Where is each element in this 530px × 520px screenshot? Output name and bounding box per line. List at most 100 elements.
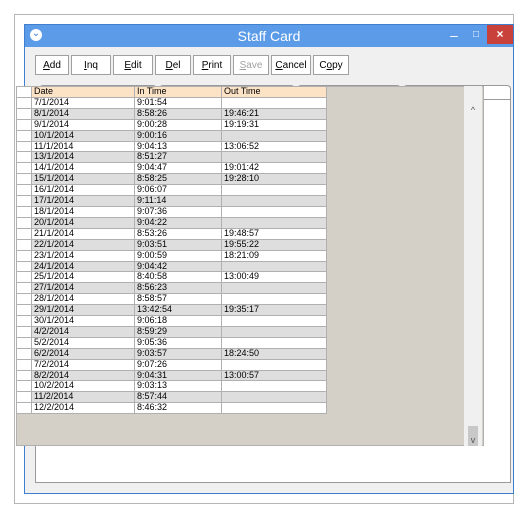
row-selector[interactable]: [17, 195, 32, 207]
table-row[interactable]: 14/1/2014 9:04:47 19:01:42: [17, 162, 327, 175]
in-time-cell[interactable]: 8:51:27: [134, 151, 222, 164]
in-time-cell[interactable]: 8:53:26: [134, 228, 222, 240]
date-cell[interactable]: 27/1/2014: [31, 282, 135, 295]
toolbar-save-button[interactable]: Save: [233, 55, 269, 75]
out-time-cell[interactable]: [221, 184, 327, 197]
out-time-cell[interactable]: 13:00:49: [221, 271, 327, 284]
in-time-cell[interactable]: 9:11:14: [134, 195, 222, 207]
table-row[interactable]: 16/1/2014 9:06:07: [17, 184, 327, 197]
out-time-cell[interactable]: [221, 130, 327, 142]
in-time-cell[interactable]: 9:04:13: [134, 141, 222, 153]
row-selector[interactable]: [17, 250, 32, 262]
date-cell[interactable]: 16/1/2014: [31, 184, 135, 197]
out-time-cell[interactable]: [221, 380, 327, 393]
table-row[interactable]: 22/1/2014 9:03:51 19:55:22: [17, 239, 327, 251]
toolbar-copy-button[interactable]: Copy: [313, 55, 349, 75]
out-time-cell[interactable]: 19:01:42: [221, 162, 327, 175]
table-row[interactable]: 10/1/2014 9:00:16: [17, 130, 327, 142]
date-cell[interactable]: 11/1/2014: [31, 141, 135, 153]
date-cell[interactable]: 22/1/2014: [31, 239, 135, 251]
table-row[interactable]: 4/2/2014 8:59:29: [17, 326, 327, 338]
row-selector[interactable]: [17, 282, 32, 295]
date-cell[interactable]: 28/1/2014: [31, 293, 135, 306]
toolbar-cancel-button[interactable]: Cancel: [271, 55, 311, 75]
toolbar-del-button[interactable]: Del: [155, 55, 191, 75]
in-time-cell[interactable]: 8:57:44: [134, 391, 222, 404]
in-time-cell[interactable]: 8:46:32: [134, 402, 222, 415]
date-cell[interactable]: 30/1/2014: [31, 315, 135, 327]
row-selector[interactable]: [17, 402, 32, 415]
table-row[interactable]: 20/1/2014 9:04:22: [17, 217, 327, 229]
row-selector[interactable]: [17, 141, 32, 153]
out-time-cell[interactable]: 19:46:21: [221, 108, 327, 120]
table-row[interactable]: 25/1/2014 8:40:58 13:00:49: [17, 271, 327, 284]
date-cell[interactable]: 29/1/2014: [31, 304, 135, 317]
in-time-cell[interactable]: 8:58:26: [134, 108, 222, 120]
row-selector[interactable]: [17, 304, 32, 317]
row-selector[interactable]: [17, 239, 32, 251]
table-row[interactable]: 7/1/2014 9:01:54: [17, 97, 327, 109]
table-row[interactable]: 11/1/2014 9:04:13 13:06:52: [17, 141, 327, 153]
out-time-cell[interactable]: 13:00:57: [221, 370, 327, 382]
title-bar[interactable]: ⌄ Staff Card – □ ×: [25, 25, 513, 47]
date-cell[interactable]: 12/2/2014: [31, 402, 135, 415]
out-time-cell[interactable]: [221, 391, 327, 404]
in-time-cell[interactable]: 8:58:57: [134, 293, 222, 306]
out-time-cell[interactable]: [221, 359, 327, 371]
row-selector[interactable]: [17, 130, 32, 142]
row-selector[interactable]: [17, 119, 32, 131]
in-time-cell[interactable]: 9:07:36: [134, 206, 222, 218]
row-selector[interactable]: [17, 380, 32, 393]
date-cell[interactable]: 20/1/2014: [31, 217, 135, 229]
in-time-cell[interactable]: 9:03:57: [134, 348, 222, 360]
table-row[interactable]: 7/2/2014 9:07:26: [17, 359, 327, 371]
table-row[interactable]: 8/1/2014 8:58:26 19:46:21: [17, 108, 327, 120]
in-time-cell[interactable]: 9:04:22: [134, 217, 222, 229]
date-cell[interactable]: 13/1/2014: [31, 151, 135, 164]
in-time-cell[interactable]: 9:03:13: [134, 380, 222, 393]
maximize-button[interactable]: □: [465, 25, 487, 45]
date-cell[interactable]: 23/1/2014: [31, 250, 135, 262]
row-selector[interactable]: [17, 370, 32, 382]
out-time-cell[interactable]: [221, 151, 327, 164]
out-time-cell[interactable]: [221, 97, 327, 109]
out-time-cell[interactable]: [221, 293, 327, 306]
date-cell[interactable]: 5/2/2014: [31, 337, 135, 349]
out-time-cell[interactable]: [221, 282, 327, 295]
in-time-cell[interactable]: 9:00:28: [134, 119, 222, 131]
table-row[interactable]: 28/1/2014 8:58:57: [17, 293, 327, 306]
date-cell[interactable]: 8/2/2014: [31, 370, 135, 382]
in-time-cell[interactable]: 8:58:25: [134, 173, 222, 186]
date-cell[interactable]: 25/1/2014: [31, 271, 135, 284]
row-selector[interactable]: [17, 108, 32, 120]
row-selector[interactable]: [17, 162, 32, 175]
out-time-cell[interactable]: 19:28:10: [221, 173, 327, 186]
date-cell[interactable]: 9/1/2014: [31, 119, 135, 131]
date-cell[interactable]: 24/1/2014: [31, 261, 135, 273]
out-time-cell[interactable]: [221, 326, 327, 338]
row-selector[interactable]: [17, 337, 32, 349]
date-cell[interactable]: 10/1/2014: [31, 130, 135, 142]
out-time-cell[interactable]: 19:48:57: [221, 228, 327, 240]
out-time-cell[interactable]: [221, 206, 327, 218]
in-time-cell[interactable]: 9:04:42: [134, 261, 222, 273]
row-selector[interactable]: [17, 151, 32, 164]
date-cell[interactable]: 17/1/2014: [31, 195, 135, 207]
row-selector[interactable]: [17, 173, 32, 186]
in-time-cell[interactable]: 9:03:51: [134, 239, 222, 251]
scroll-up-icon[interactable]: ^: [464, 104, 482, 116]
table-row[interactable]: 17/1/2014 9:11:14: [17, 195, 327, 207]
in-time-cell[interactable]: 13:42:54: [134, 304, 222, 317]
in-time-cell[interactable]: 9:06:07: [134, 184, 222, 197]
out-time-cell[interactable]: [221, 217, 327, 229]
table-row[interactable]: 12/2/2014 8:46:32: [17, 402, 327, 415]
table-row[interactable]: 30/1/2014 9:06:18: [17, 315, 327, 327]
out-time-cell[interactable]: 18:24:50: [221, 348, 327, 360]
out-time-cell[interactable]: 19:35:17: [221, 304, 327, 317]
row-selector[interactable]: [17, 87, 32, 98]
row-selector[interactable]: [17, 326, 32, 338]
out-time-cell[interactable]: [221, 261, 327, 273]
row-selector[interactable]: [17, 348, 32, 360]
row-selector[interactable]: [17, 271, 32, 284]
date-cell[interactable]: 6/2/2014: [31, 348, 135, 360]
